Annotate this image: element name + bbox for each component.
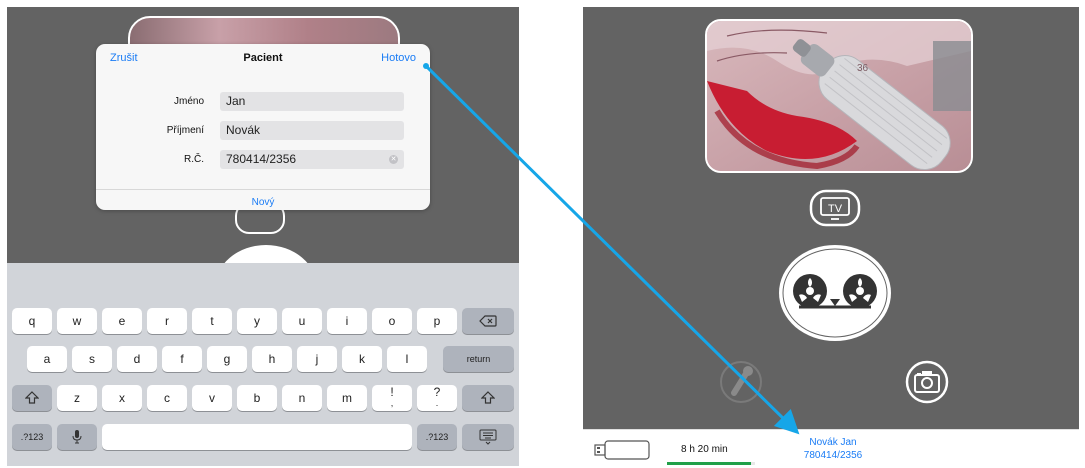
surgical-video-image: 36 — [707, 21, 971, 171]
keyboard: q w e r t y u i o p a s d f g h j k l re… — [7, 263, 519, 466]
backspace-icon — [479, 315, 497, 327]
patient-dialog: Zrušit Pacient Hotovo Jméno Jan Příjmení… — [96, 44, 430, 210]
right-screen: 36 TV — [583, 7, 1079, 429]
birth-number-row: R.Č. 780414/2356 ✕ — [96, 150, 430, 170]
first-name-value: Jan — [226, 94, 246, 108]
shift-right-key[interactable] — [462, 385, 514, 411]
key-v[interactable]: v — [192, 385, 232, 411]
key-o[interactable]: o — [372, 308, 412, 334]
video-overlay-number: 36 — [857, 63, 869, 74]
done-button[interactable]: Hotovo — [381, 52, 416, 64]
key-u[interactable]: u — [282, 308, 322, 334]
key-a[interactable]: a — [27, 346, 67, 372]
new-button[interactable]: Nový — [96, 197, 430, 208]
key-e[interactable]: e — [102, 308, 142, 334]
key-s[interactable]: s — [72, 346, 112, 372]
return-key[interactable]: return — [443, 346, 514, 372]
key-p[interactable]: p — [417, 308, 457, 334]
key-n[interactable]: n — [282, 385, 322, 411]
key-exclamation[interactable]: ! , — [372, 385, 412, 411]
numbers-key-left[interactable]: .?123 — [12, 424, 52, 450]
key-i[interactable]: i — [327, 308, 367, 334]
usb-drive-icon — [594, 440, 650, 460]
key-l[interactable]: l — [387, 346, 427, 372]
key-x[interactable]: x — [102, 385, 142, 411]
mic-icon — [72, 430, 82, 444]
key-h[interactable]: h — [252, 346, 292, 372]
storage-progress-fill — [667, 462, 751, 465]
key-c[interactable]: c — [147, 385, 187, 411]
key-r[interactable]: r — [147, 308, 187, 334]
key-k[interactable]: k — [342, 346, 382, 372]
shift-icon — [480, 391, 496, 404]
storage-progress — [667, 462, 755, 465]
first-name-field[interactable]: Jan — [220, 92, 404, 111]
birth-number-label: R.Č. — [184, 154, 204, 165]
key-j[interactable]: j — [297, 346, 337, 372]
key-question-main: ? — [433, 385, 441, 399]
key-g[interactable]: g — [207, 346, 247, 372]
shift-left-key[interactable] — [12, 385, 52, 411]
key-b[interactable]: b — [237, 385, 277, 411]
key-w[interactable]: w — [57, 308, 97, 334]
key-d[interactable]: d — [117, 346, 157, 372]
patient-name[interactable]: Novák Jan — [793, 437, 873, 448]
clear-icon[interactable]: ✕ — [389, 155, 398, 164]
key-period-sub: . — [435, 398, 439, 408]
key-comma-sub: , — [390, 398, 394, 408]
first-name-row: Jméno Jan — [96, 92, 430, 112]
key-f[interactable]: f — [162, 346, 202, 372]
key-question[interactable]: ? . — [417, 385, 457, 411]
record-button[interactable] — [777, 243, 893, 343]
first-name-label: Jméno — [173, 96, 204, 107]
birth-number-value: 780414/2356 — [226, 152, 297, 166]
last-name-value: Novák — [226, 123, 261, 137]
tv-label: TV — [828, 203, 843, 215]
key-t[interactable]: t — [192, 308, 232, 334]
last-name-field[interactable]: Novák — [220, 121, 404, 140]
backspace-key[interactable] — [462, 308, 514, 334]
dictation-key[interactable] — [57, 424, 97, 450]
key-z[interactable]: z — [57, 385, 97, 411]
tv-button[interactable]: TV — [809, 189, 861, 227]
microphone-button[interactable] — [719, 360, 763, 404]
key-y[interactable]: y — [237, 308, 277, 334]
numbers-key-right[interactable]: .?123 — [417, 424, 457, 450]
left-screen: Zrušit Pacient Hotovo Jméno Jan Příjmení… — [7, 7, 519, 466]
last-name-row: Příjmení Novák — [96, 121, 430, 141]
status-bar: 8 h 20 min Novák Jan 780414/2356 — [583, 429, 1079, 467]
time-remaining: 8 h 20 min — [681, 444, 728, 455]
key-q[interactable]: q — [12, 308, 52, 334]
camera-button[interactable] — [905, 360, 949, 404]
space-key[interactable] — [102, 424, 412, 450]
birth-number-field[interactable]: 780414/2356 ✕ — [220, 150, 404, 169]
keyboard-hide-icon — [479, 429, 497, 445]
last-name-label: Příjmení — [166, 125, 204, 136]
key-exclamation-main: ! — [390, 385, 394, 399]
patient-id[interactable]: 780414/2356 — [793, 450, 873, 461]
dialog-title: Pacient — [243, 52, 283, 64]
key-m[interactable]: m — [327, 385, 367, 411]
video-preview: 36 — [705, 19, 973, 173]
hide-keyboard-key[interactable] — [462, 424, 514, 450]
dialog-divider — [96, 189, 430, 190]
shift-icon — [24, 391, 40, 404]
